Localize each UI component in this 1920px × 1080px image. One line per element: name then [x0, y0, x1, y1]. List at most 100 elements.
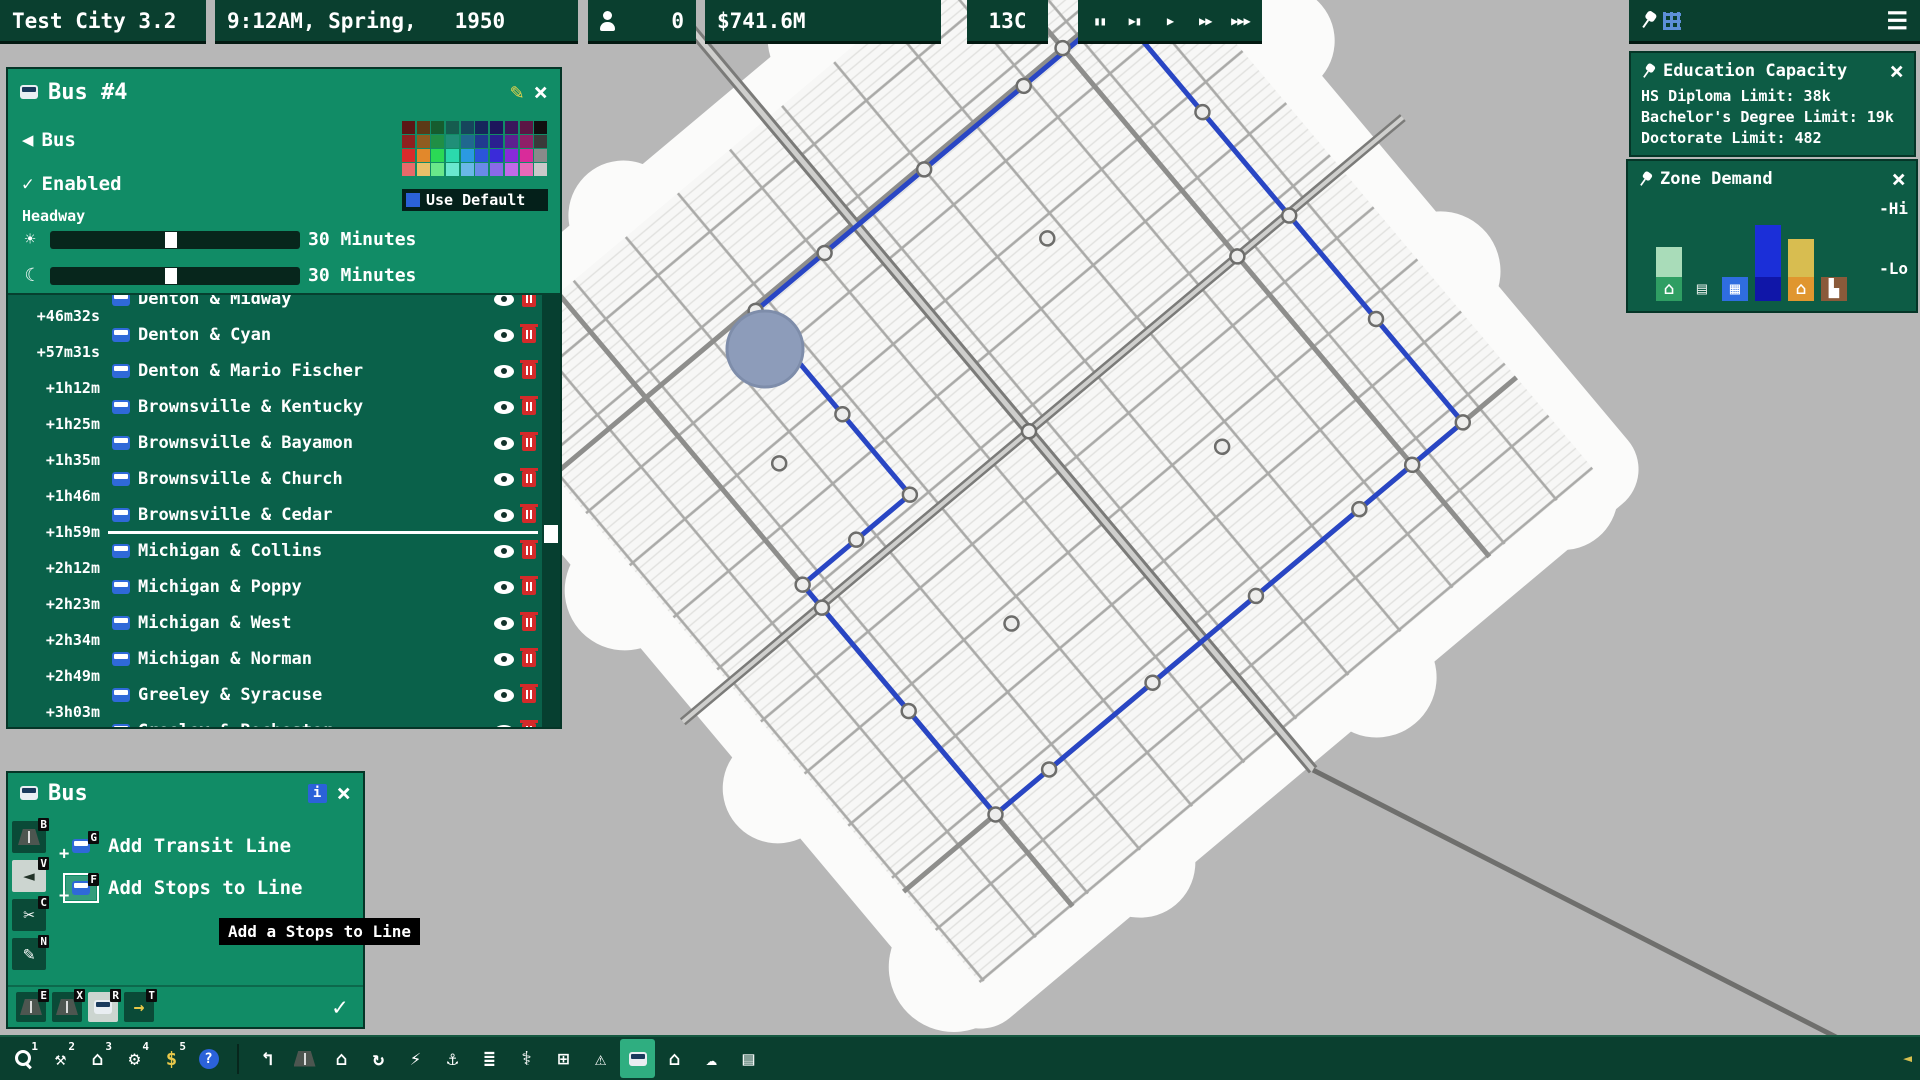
stop-row[interactable]: +1h35mBrownsville & Bayamon — [8, 425, 560, 461]
color-swatch[interactable] — [417, 149, 430, 162]
slider-track[interactable] — [50, 267, 300, 285]
healthcare-tool[interactable]: ⚕ — [509, 1039, 544, 1078]
stop-row[interactable]: +57m31sDenton & Cyan — [8, 317, 560, 353]
visibility-toggle-icon[interactable] — [494, 509, 514, 522]
color-swatch[interactable] — [475, 149, 488, 162]
visibility-toggle-icon[interactable] — [494, 437, 514, 450]
menu-icon[interactable]: ☰ — [1886, 7, 1908, 35]
color-swatch[interactable] — [505, 149, 518, 162]
stop-row[interactable]: +2h12mMichigan & Collins — [8, 533, 560, 569]
stop-row[interactable]: +1h46mBrownsville & Church — [8, 461, 560, 497]
road-tool[interactable] — [287, 1039, 322, 1078]
color-swatch[interactable] — [402, 163, 415, 176]
slider-track[interactable] — [50, 231, 300, 249]
color-swatch[interactable] — [520, 121, 533, 134]
visibility-toggle-icon[interactable] — [494, 329, 514, 342]
color-swatch[interactable] — [520, 163, 533, 176]
color-swatch[interactable] — [520, 149, 533, 162]
close-button[interactable]: × — [534, 80, 548, 104]
color-swatch[interactable] — [475, 163, 488, 176]
weather-segment[interactable]: 13C — [967, 0, 1048, 44]
stops-scrollbar[interactable] — [542, 295, 560, 727]
color-swatch[interactable] — [461, 121, 474, 134]
color-swatch[interactable] — [461, 135, 474, 148]
collapse-toolbar-button[interactable]: ◄ — [1903, 1049, 1912, 1067]
visibility-toggle-icon[interactable] — [494, 401, 514, 414]
play-button[interactable]: ▶ — [1152, 9, 1187, 33]
info-icon[interactable]: i — [308, 784, 327, 803]
stop-row[interactable]: +1h59mBrownsville & Cedar — [8, 497, 560, 533]
delete-stop-icon[interactable] — [522, 471, 536, 487]
fastest-forward-button[interactable]: ▶▶▶ — [1223, 9, 1258, 33]
residential-zone-tool[interactable]: ⌂3 — [80, 1039, 115, 1078]
visibility-toggle-icon[interactable] — [494, 689, 514, 702]
visibility-toggle-icon[interactable] — [494, 725, 514, 728]
day-headway-slider[interactable]: ☀ 30 Minutes — [18, 229, 416, 250]
step-button[interactable]: ▶▮ — [1117, 9, 1152, 33]
delete-stop-icon[interactable] — [522, 723, 536, 727]
planner-tool[interactable]: ↰ — [250, 1039, 285, 1078]
stop-row[interactable]: +1h25mBrownsville & Kentucky — [8, 389, 560, 425]
night-headway-slider[interactable]: ☾ 30 Minutes — [18, 265, 416, 286]
color-swatch[interactable] — [534, 121, 547, 134]
visibility-toggle-icon[interactable] — [494, 545, 514, 558]
office-demand[interactable]: ▦ — [1720, 277, 1750, 301]
scrollbar-thumb[interactable] — [544, 525, 558, 543]
color-swatch[interactable] — [446, 135, 459, 148]
stop-row[interactable]: +46m32sDenton & Midway — [8, 293, 560, 317]
stop-row[interactable]: +2h23mMichigan & Poppy — [8, 569, 560, 605]
action-add-transit-line[interactable]: +GAdd Transit Line — [66, 831, 302, 861]
action-add-stops-to-line[interactable]: +FAdd Stops to Line — [66, 873, 302, 903]
track-tool[interactable]: →T — [124, 992, 154, 1022]
color-swatch[interactable] — [402, 121, 415, 134]
delete-stop-icon[interactable] — [522, 543, 536, 559]
delete-stop-icon[interactable] — [522, 507, 536, 523]
color-swatch[interactable] — [431, 121, 444, 134]
industrial-demand[interactable]: ▙ — [1819, 277, 1849, 301]
construction-tool[interactable]: ⚒2 — [43, 1039, 78, 1078]
delete-stop-icon[interactable] — [522, 327, 536, 343]
color-swatch[interactable] — [402, 135, 415, 148]
weather-tool[interactable]: ☁ — [694, 1039, 729, 1078]
confirm-button[interactable]: ✓ — [333, 993, 355, 1021]
grid-icon[interactable] — [1663, 12, 1681, 30]
power-tool[interactable]: ⚡ — [398, 1039, 433, 1078]
transit-tool[interactable] — [620, 1039, 655, 1078]
loop-tool[interactable]: ↻ — [361, 1039, 396, 1078]
expressway-tool[interactable]: E — [16, 992, 46, 1022]
color-swatch[interactable] — [475, 121, 488, 134]
color-swatch[interactable] — [417, 121, 430, 134]
cut-tool[interactable]: ✂C — [12, 899, 46, 931]
stop-row[interactable]: +2h49mMichigan & Norman — [8, 641, 560, 677]
color-swatch[interactable] — [431, 135, 444, 148]
news-tool[interactable]: ▤ — [731, 1039, 766, 1078]
visibility-toggle-icon[interactable] — [494, 293, 514, 306]
enabled-checkbox[interactable]: ✓ Enabled — [22, 173, 122, 195]
delete-stop-icon[interactable] — [522, 399, 536, 415]
color-swatch[interactable] — [505, 121, 518, 134]
visibility-toggle-icon[interactable] — [494, 581, 514, 594]
color-swatch[interactable] — [417, 135, 430, 148]
use-default-button[interactable]: Use Default — [402, 189, 548, 211]
color-swatch[interactable] — [446, 163, 459, 176]
fast-forward-button[interactable]: ▶▶ — [1188, 9, 1223, 33]
delete-stop-icon[interactable] — [522, 293, 536, 307]
color-swatch[interactable] — [446, 149, 459, 162]
pin-icon[interactable] — [1638, 61, 1657, 81]
color-swatch[interactable] — [534, 149, 547, 162]
color-swatch[interactable] — [417, 163, 430, 176]
delete-stop-icon[interactable] — [522, 435, 536, 451]
delete-stop-icon[interactable] — [522, 579, 536, 595]
road-tool[interactable]: B — [12, 821, 46, 853]
close-button[interactable]: × — [337, 781, 351, 805]
pin-icon[interactable] — [1635, 169, 1654, 189]
budget-tool[interactable]: $5 — [154, 1039, 189, 1078]
view-tool[interactable]: ◄V — [12, 860, 46, 892]
residential-demand[interactable]: ⌂ — [1654, 247, 1684, 301]
bus-route-tool[interactable]: R — [88, 992, 118, 1022]
close-button[interactable]: × — [1890, 59, 1904, 83]
color-swatch[interactable] — [490, 149, 503, 162]
color-swatch[interactable] — [402, 149, 415, 162]
color-swatch[interactable] — [431, 149, 444, 162]
color-swatch[interactable] — [505, 135, 518, 148]
